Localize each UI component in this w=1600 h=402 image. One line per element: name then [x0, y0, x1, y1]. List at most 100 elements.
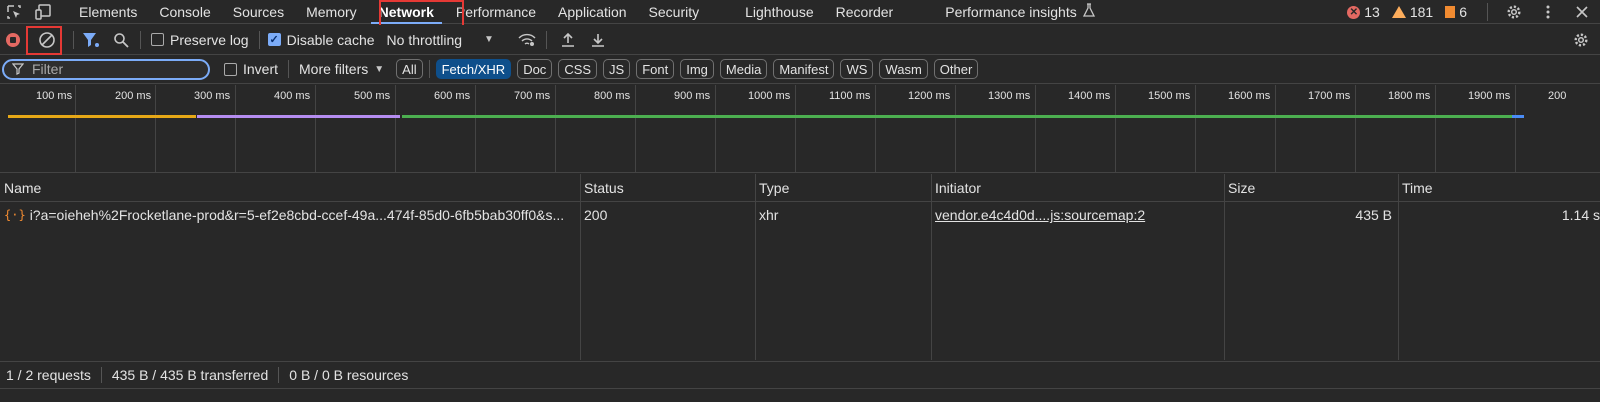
throttling-select[interactable]: No throttling ▼	[387, 25, 494, 55]
overview-gridline	[635, 85, 636, 173]
type-filter-font[interactable]: Font	[636, 59, 675, 79]
type-filter-other[interactable]: Other	[933, 59, 979, 79]
overview-gridline	[955, 85, 956, 173]
tab-performance[interactable]: Performance	[445, 0, 547, 24]
column-header-name[interactable]: Name	[0, 174, 580, 202]
column-header-initiator[interactable]: Initiator	[931, 174, 1224, 202]
preserve-log-checkbox[interactable]: Preserve log	[151, 25, 249, 55]
filter-bar: Filter Invert More filters ▼ All Fetch/X…	[0, 55, 1600, 84]
tab-label: Lighthouse	[745, 3, 814, 20]
tab-performance-insights[interactable]: Performance insights	[934, 0, 1106, 24]
cell-type: xhr	[759, 207, 779, 223]
tab-label: Memory	[306, 3, 357, 20]
wifi-settings-icon	[518, 33, 536, 46]
type-filter-img[interactable]: Img	[680, 59, 714, 79]
tab-console[interactable]: Console	[148, 0, 221, 24]
tab-label: Application	[558, 3, 627, 20]
close-devtools-icon[interactable]	[1572, 2, 1592, 22]
divider	[258, 30, 260, 49]
settings-gear-icon[interactable]	[1504, 2, 1524, 22]
network-overview-timeline[interactable]: 100 ms 200 ms 300 ms 400 ms 500 ms 600 m…	[0, 85, 1600, 173]
checkbox-checked[interactable]: ✓	[267, 33, 281, 46]
more-filters-dropdown[interactable]: More filters ▼	[299, 55, 384, 84]
type-filter-doc[interactable]: Doc	[517, 59, 553, 79]
request-name: i?a=oieheh%2Frocketlane-prod&r=5-ef2e8cb…	[29, 207, 565, 223]
cell-name[interactable]: {·} i?a=oieheh%2Frocketlane-prod&r=5-ef2…	[0, 203, 580, 227]
overview-tick-label: 1200 ms	[908, 90, 951, 102]
type-filter-manifest[interactable]: Manifest	[773, 59, 835, 79]
upload-icon	[561, 32, 574, 47]
network-conditions-button[interactable]	[516, 25, 538, 55]
checkbox-unchecked[interactable]	[151, 33, 164, 46]
summary-resources: 0 B / 0 B resources	[289, 367, 409, 383]
type-filter-css[interactable]: CSS	[558, 59, 598, 79]
checkbox-unchecked[interactable]	[224, 62, 237, 76]
initiator-link[interactable]: vendor.e4c4d0d....js:sourcemap:2	[935, 207, 1145, 223]
column-divider[interactable]	[580, 174, 581, 360]
overview-gridline	[1115, 85, 1116, 173]
tab-recorder[interactable]: Recorder	[825, 0, 905, 24]
warning-count[interactable]: 181	[1391, 4, 1433, 20]
issue-count[interactable]: 6	[1445, 4, 1467, 20]
record-stop-button[interactable]	[5, 25, 21, 55]
issue-count-value: 6	[1459, 4, 1467, 20]
clear-button[interactable]	[35, 25, 59, 55]
type-filter-ws[interactable]: WS	[840, 59, 874, 79]
overview-gridline	[715, 85, 716, 173]
overview-gridline	[1035, 85, 1036, 173]
tab-label: Network	[378, 3, 434, 20]
column-header-type[interactable]: Type	[755, 174, 931, 202]
tab-lighthouse[interactable]: Lighthouse	[734, 0, 825, 24]
import-har-button[interactable]	[557, 25, 579, 55]
console-counts[interactable]: ✕ 13 181 6	[1347, 0, 1600, 24]
column-header-status[interactable]: Status	[580, 174, 755, 202]
invert-checkbox[interactable]: Invert	[224, 55, 278, 84]
column-divider[interactable]	[1224, 174, 1225, 360]
column-divider[interactable]	[1398, 174, 1399, 360]
column-divider[interactable]	[931, 174, 932, 360]
tab-label: Security	[648, 3, 700, 20]
tab-memory[interactable]: Memory	[295, 0, 368, 24]
tab-network[interactable]: Network	[368, 0, 445, 24]
overview-tick-label: 300 ms	[194, 90, 231, 102]
type-filter-all[interactable]: All	[396, 59, 423, 79]
export-har-button[interactable]	[587, 25, 609, 55]
filter-placeholder: Filter	[32, 61, 64, 77]
overview-tick-label: 1700 ms	[1308, 90, 1351, 102]
tab-security[interactable]: Security	[638, 0, 711, 24]
filter-input[interactable]: Filter	[2, 58, 210, 80]
column-divider[interactable]	[755, 174, 756, 360]
experiment-flask-icon	[1082, 3, 1095, 20]
filter-toggle-button[interactable]	[80, 25, 102, 55]
type-filter-wasm[interactable]: Wasm	[879, 59, 928, 79]
tab-elements[interactable]: Elements	[68, 0, 148, 24]
overview-gridline	[155, 85, 156, 173]
filter-funnel-icon	[12, 63, 24, 75]
column-header-time[interactable]: Time	[1398, 174, 1600, 202]
throttling-value: No throttling	[386, 31, 463, 48]
more-options-icon[interactable]	[1538, 2, 1558, 22]
disable-cache-checkbox[interactable]: ✓ Disable cache	[267, 25, 375, 55]
tab-sources[interactable]: Sources	[222, 0, 295, 24]
tab-label: Performance insights	[945, 3, 1077, 20]
error-count[interactable]: ✕ 13	[1347, 4, 1380, 20]
cell-initiator[interactable]: vendor.e4c4d0d....js:sourcemap:2	[931, 203, 1224, 227]
search-icon	[114, 32, 129, 48]
search-button[interactable]	[110, 25, 132, 55]
type-filter-media[interactable]: Media	[719, 59, 768, 79]
download-icon	[591, 33, 604, 47]
network-toolbar: Preserve log ✓ Disable cache No throttli…	[0, 25, 1600, 55]
cell-time: 1.14 s	[1561, 207, 1600, 223]
tab-application[interactable]: Application	[547, 0, 638, 24]
device-toolbar-icon[interactable]	[34, 2, 54, 22]
issue-icon	[1445, 6, 1456, 18]
type-filter-js[interactable]: JS	[603, 59, 631, 79]
overview-gridline	[75, 85, 76, 173]
inspect-element-icon[interactable]	[4, 2, 24, 22]
network-settings-button[interactable]	[1570, 25, 1592, 55]
overview-tick-label: 600 ms	[434, 90, 471, 102]
error-count-value: 13	[1364, 4, 1380, 20]
tab-label: Console	[159, 3, 211, 20]
column-header-size[interactable]: Size	[1224, 174, 1398, 202]
type-filter-fetch-xhr[interactable]: Fetch/XHR	[435, 59, 512, 79]
